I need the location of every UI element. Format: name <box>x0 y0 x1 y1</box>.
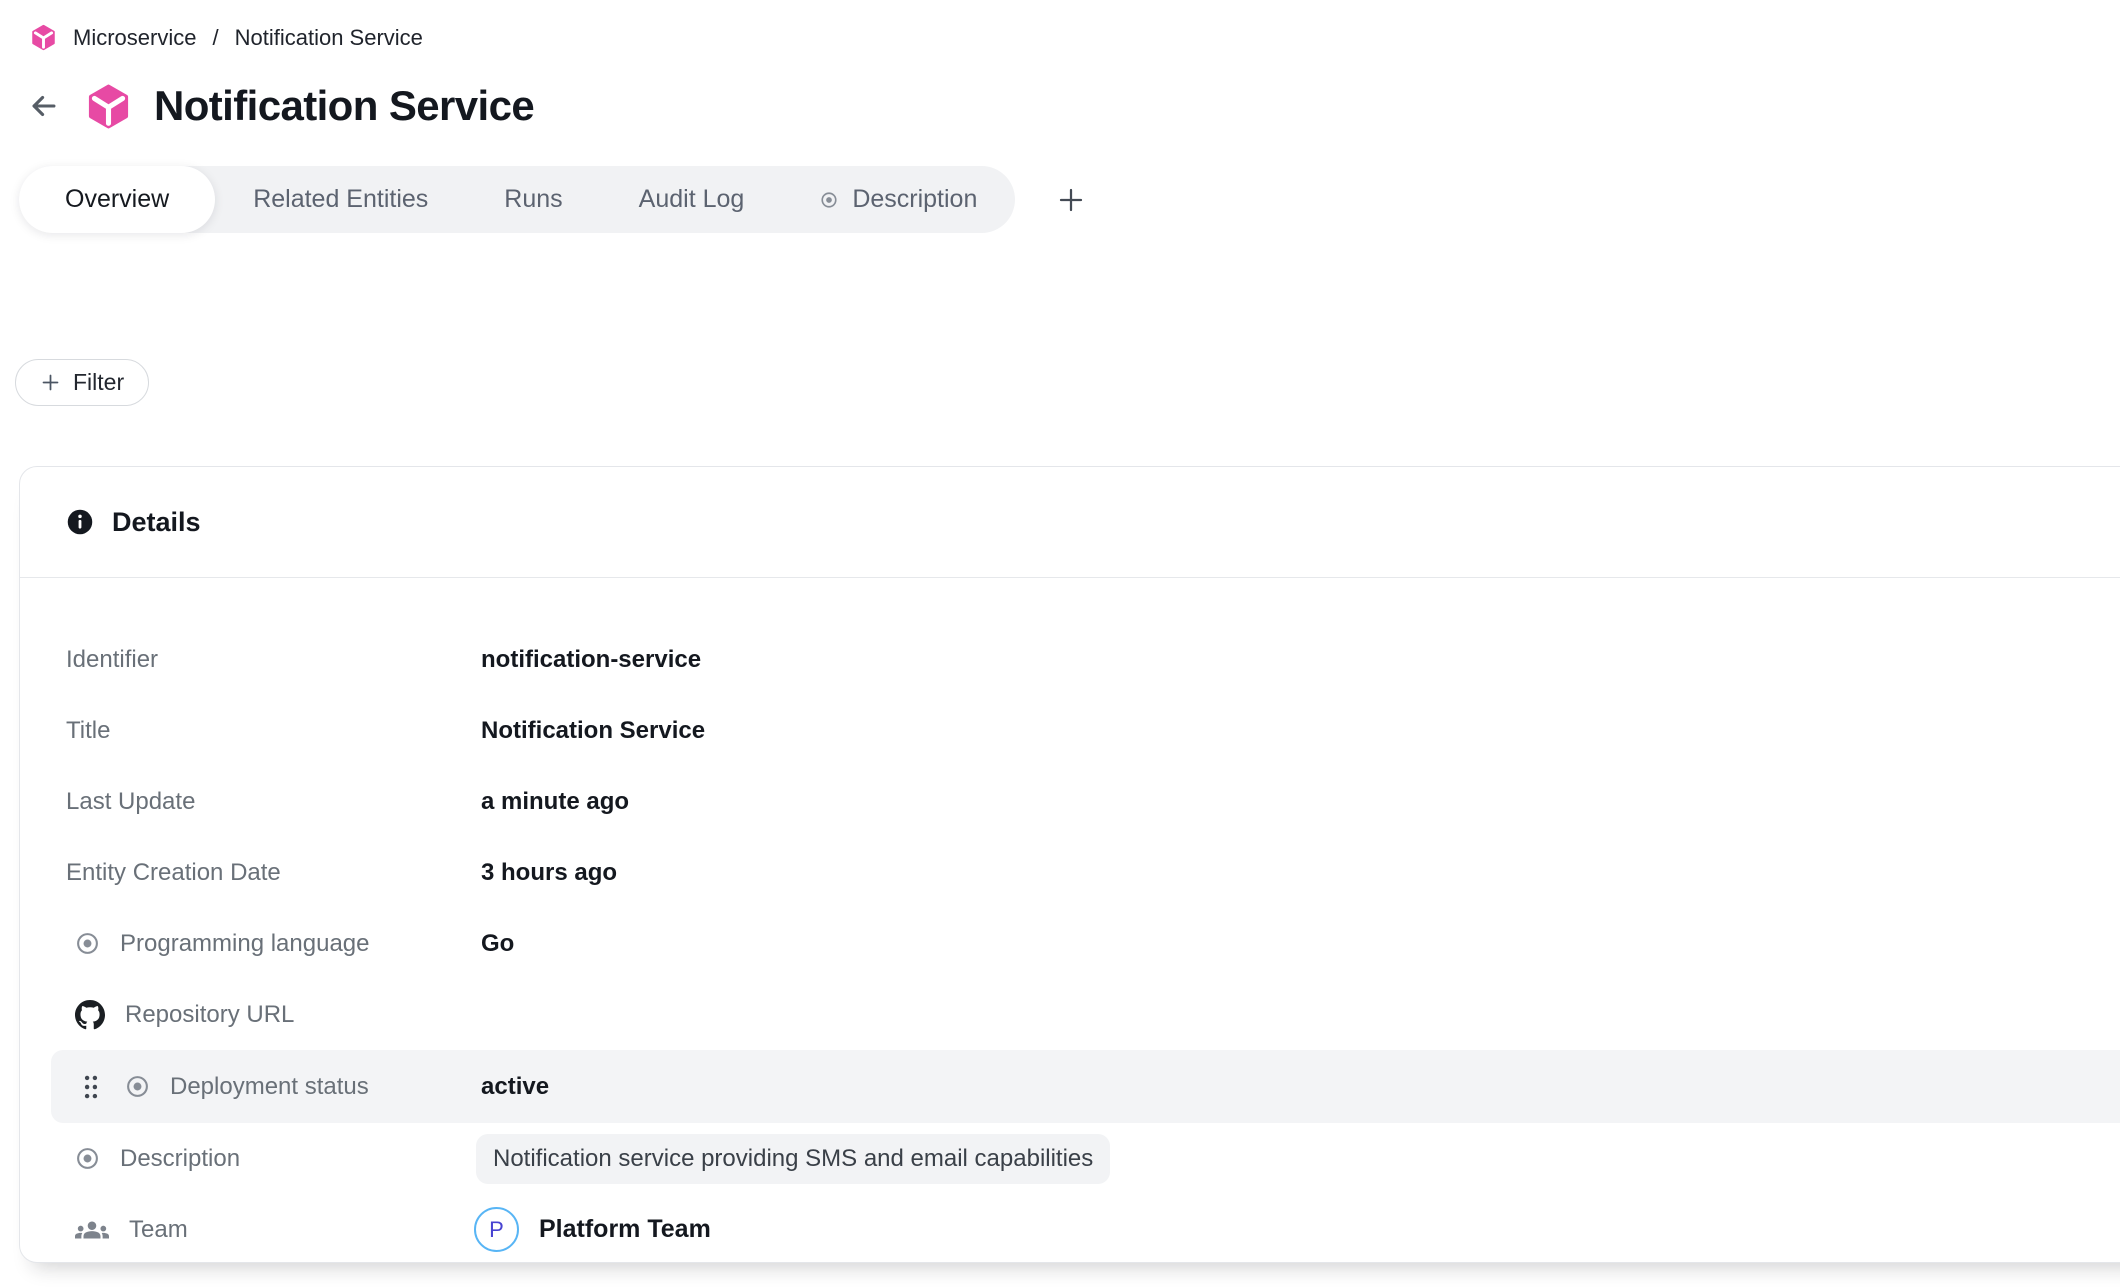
breadcrumb-entity-type[interactable]: Microservice <box>73 25 196 51</box>
row-label: Entity Creation Date <box>66 859 281 887</box>
tab-description[interactable]: Description <box>782 166 1015 233</box>
row-label: Last Update <box>66 788 195 816</box>
tab-related-entities[interactable]: Related Entities <box>215 166 466 233</box>
github-icon <box>75 1000 105 1030</box>
tab-label: Related Entities <box>253 185 428 214</box>
row-label: Deployment status <box>170 1073 369 1101</box>
row-label-cell: Entity Creation Date <box>66 859 281 887</box>
details-row-last-update: Last Update a minute ago <box>20 766 2120 837</box>
row-label-cell: Deployment status <box>83 1073 369 1101</box>
details-row-team: Team P Platform Team <box>20 1194 2120 1265</box>
radio-icon <box>125 1074 150 1099</box>
row-label-cell: Title <box>66 717 110 745</box>
row-label: Repository URL <box>125 1001 294 1029</box>
row-label-cell: Identifier <box>66 646 158 674</box>
team-name[interactable]: Platform Team <box>539 1215 711 1244</box>
row-label: Programming language <box>120 930 369 958</box>
breadcrumb-separator: / <box>212 25 218 51</box>
team-avatar[interactable]: P <box>474 1207 519 1252</box>
back-button[interactable] <box>25 87 63 125</box>
tab-overview[interactable]: Overview <box>19 166 215 233</box>
details-row-identifier: Identifier notification-service <box>20 624 2120 695</box>
info-icon <box>66 508 94 536</box>
row-label: Description <box>120 1145 240 1173</box>
radio-icon <box>75 1146 100 1171</box>
radio-icon <box>75 931 100 956</box>
row-value: active <box>481 1073 549 1101</box>
row-value-team: P Platform Team <box>474 1207 711 1252</box>
filter-button-label: Filter <box>73 369 124 396</box>
row-value: Go <box>481 930 514 958</box>
details-row-deployment-status[interactable]: Deployment status active <box>51 1050 2120 1123</box>
team-icon <box>75 1213 109 1247</box>
tab-audit-log[interactable]: Audit Log <box>601 166 783 233</box>
details-row-programming-language: Programming language Go <box>20 908 2120 979</box>
row-label-cell: Repository URL <box>66 1000 294 1030</box>
row-label-cell: Team <box>66 1213 188 1247</box>
plus-icon <box>40 372 61 393</box>
tab-label: Overview <box>65 185 169 214</box>
tabs-row: Overview Related Entities Runs Audit Log Des… <box>19 166 1093 233</box>
details-row-title: Title Notification Service <box>20 695 2120 766</box>
entity-cube-icon <box>85 83 132 130</box>
row-label: Title <box>66 717 110 745</box>
drag-handle-icon[interactable] <box>83 1074 99 1100</box>
row-label-cell: Last Update <box>66 788 195 816</box>
filter-button[interactable]: Filter <box>15 359 149 406</box>
row-label-cell: Description <box>66 1145 240 1173</box>
details-rows: Identifier notification-service Title Notif… <box>20 578 2120 1265</box>
breadcrumb-current: Notification Service <box>235 25 423 51</box>
row-value: notification-service <box>481 646 701 674</box>
tab-label: Runs <box>504 185 562 214</box>
row-label-cell: Programming language <box>66 930 369 958</box>
details-row-entity-creation-date: Entity Creation Date 3 hours ago <box>20 837 2120 908</box>
tab-label: Description <box>852 185 977 214</box>
row-value-pill: Notification service providing SMS and e… <box>476 1134 1110 1184</box>
tab-bar: Overview Related Entities Runs Audit Log Des… <box>19 166 1015 233</box>
page-header: Notification Service <box>25 82 534 130</box>
add-tab-button[interactable] <box>1049 178 1093 222</box>
row-value: 3 hours ago <box>481 859 617 887</box>
tab-runs[interactable]: Runs <box>466 166 600 233</box>
details-row-repository-url: Repository URL <box>20 979 2120 1050</box>
row-label: Team <box>129 1216 188 1244</box>
radio-icon <box>820 191 838 209</box>
row-label: Identifier <box>66 646 158 674</box>
details-card-title: Details <box>112 507 201 538</box>
entity-cube-icon <box>30 24 57 51</box>
details-card-header: Details <box>20 467 2120 578</box>
breadcrumb: Microservice / Notification Service <box>30 24 423 51</box>
details-row-description: Description Notification service providin… <box>20 1123 2120 1194</box>
tab-label: Audit Log <box>639 185 745 214</box>
details-card: Details Identifier notification-service Ti… <box>19 466 2120 1263</box>
row-value: Notification Service <box>481 717 705 745</box>
row-value: a minute ago <box>481 788 629 816</box>
page-title: Notification Service <box>154 82 534 130</box>
